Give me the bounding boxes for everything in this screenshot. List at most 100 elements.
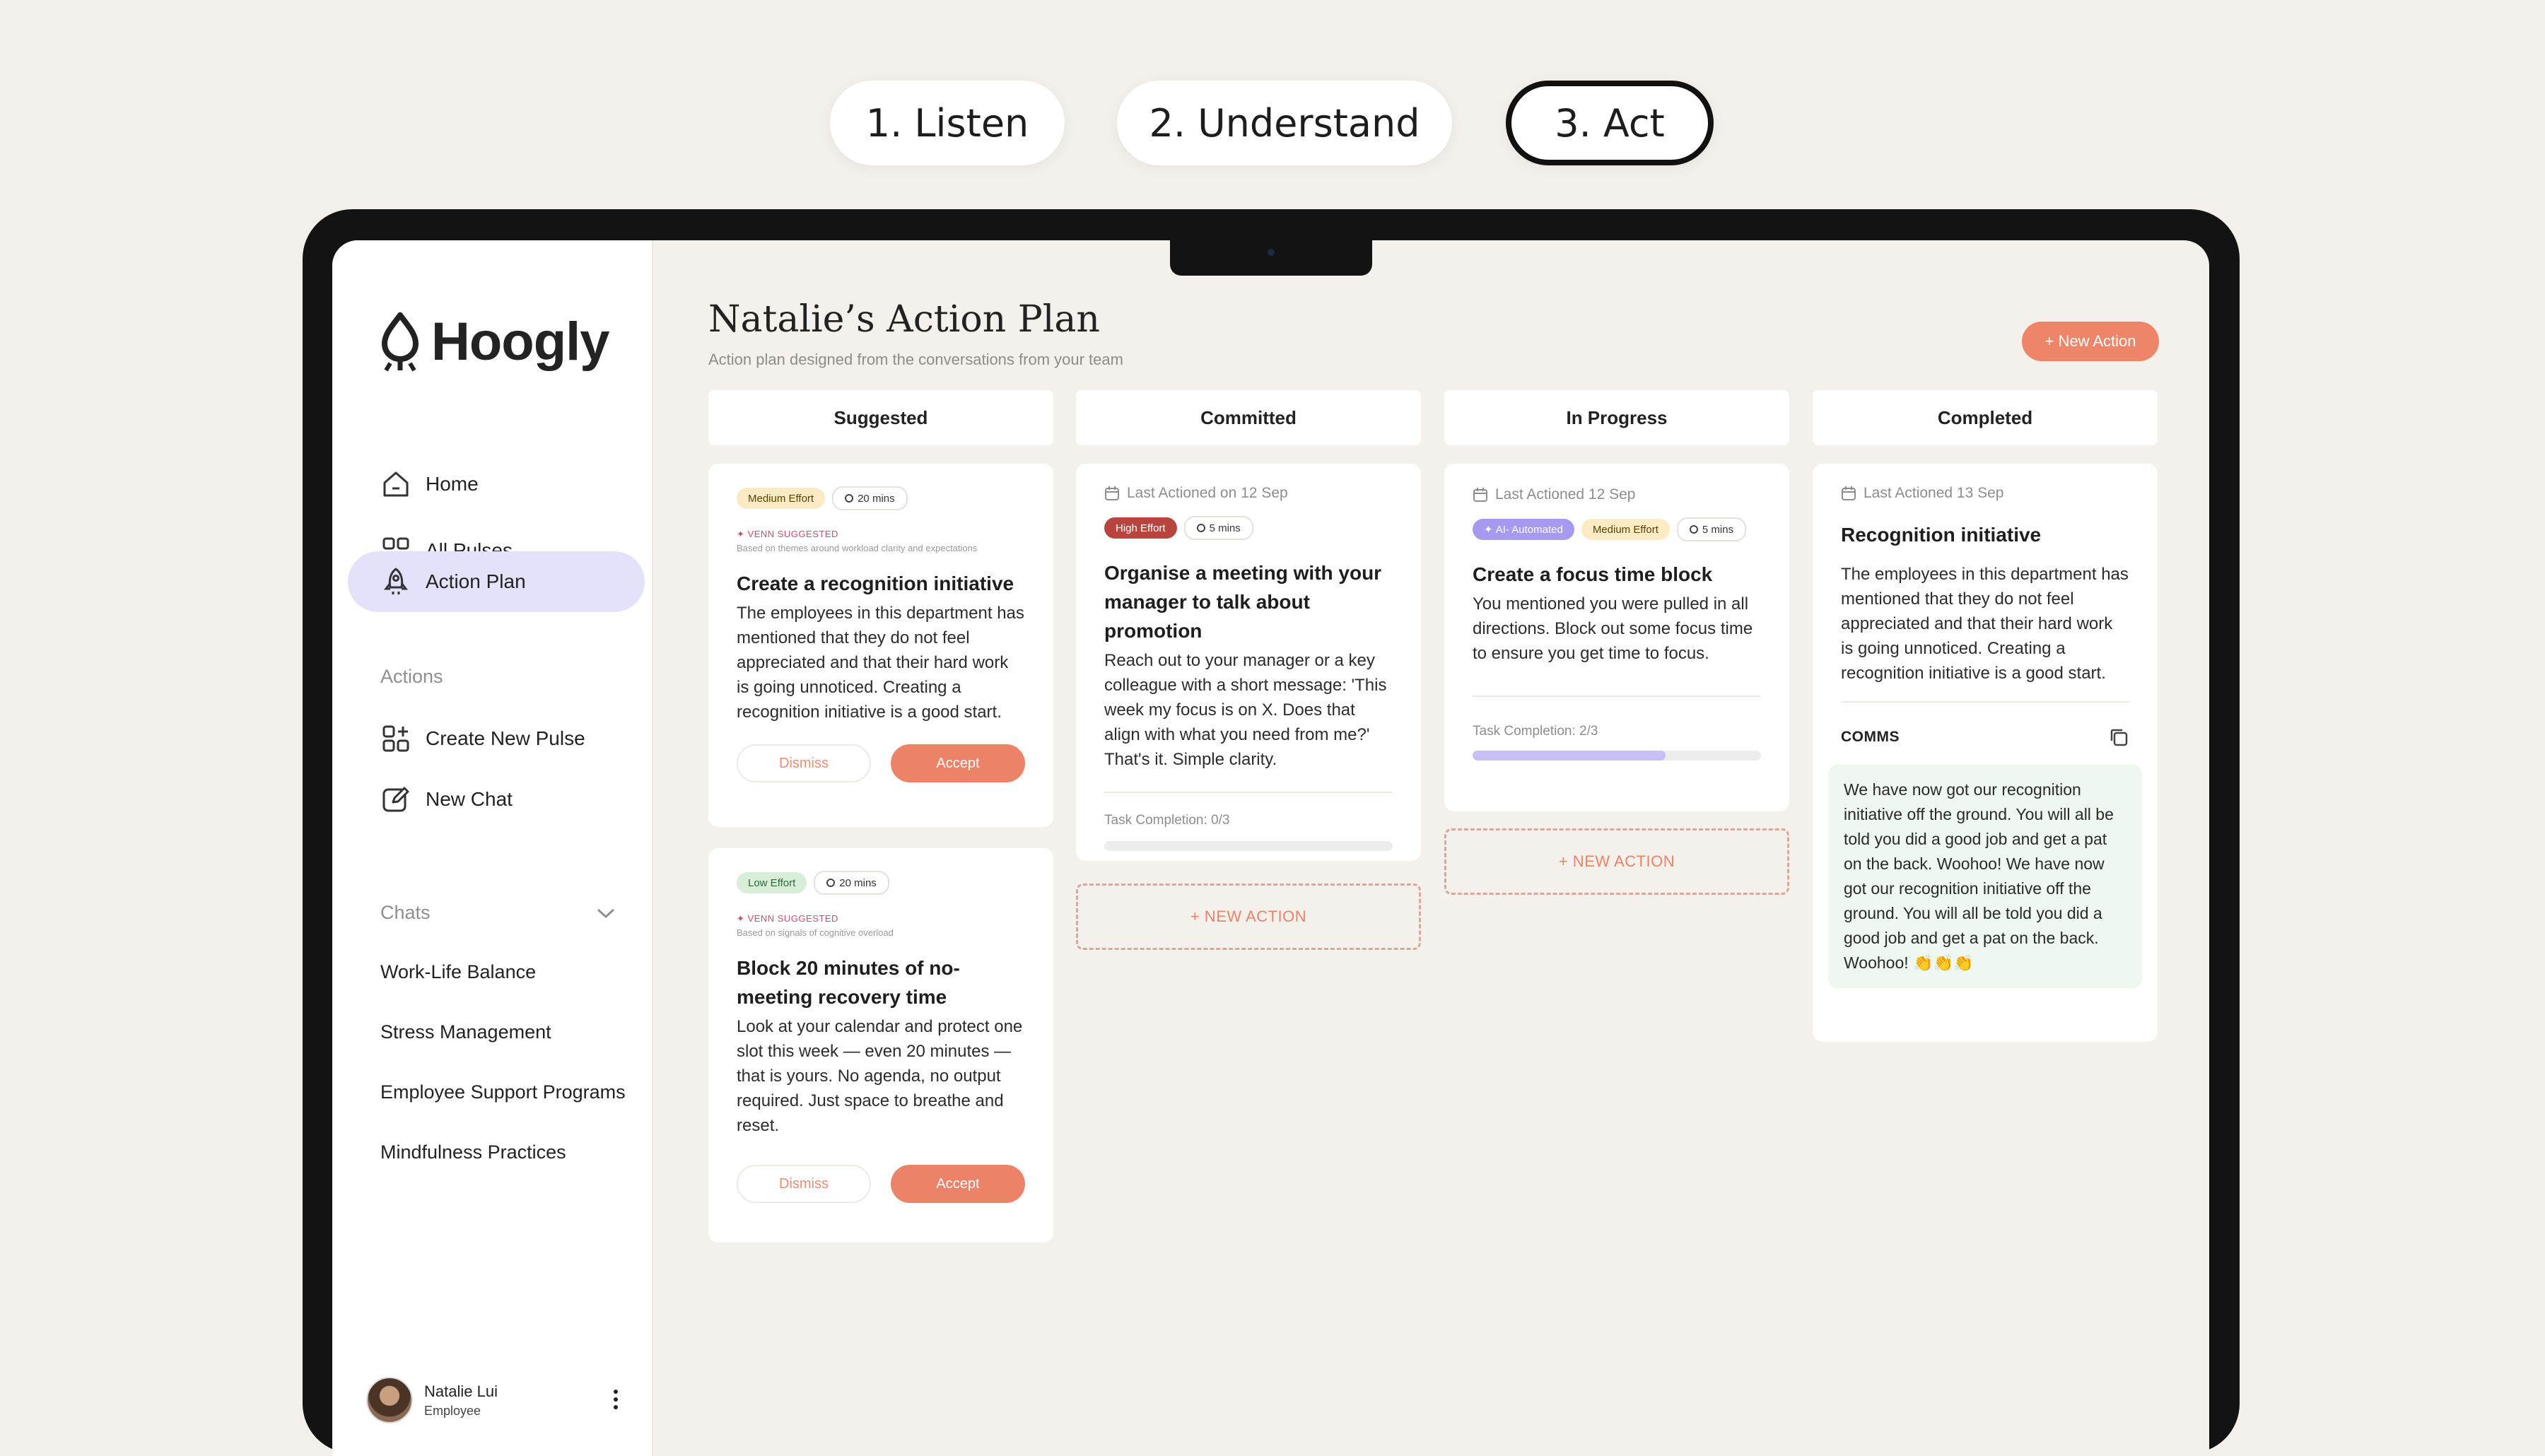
calendar-icon xyxy=(1105,486,1119,500)
last-actioned-text: Last Actioned on 12 Sep xyxy=(1127,485,1288,501)
clock-icon xyxy=(845,494,854,503)
time-badge-label: 20 mins xyxy=(839,876,877,889)
chevron-down-icon[interactable] xyxy=(595,906,616,920)
card-title: Recognition initiative xyxy=(1841,524,2042,546)
suggested-card: Medium Effort 20 mins ✦ VENN SUGGESTED B… xyxy=(708,464,1053,827)
divider xyxy=(1473,695,1761,697)
card-body: The employees in this department has men… xyxy=(1841,565,2129,683)
card-title: Block 20 minutes of no-meeting recovery … xyxy=(737,957,960,1008)
clock-icon xyxy=(1196,524,1205,532)
sidebar: Hoogly Home All Pulses Action Plan Actio… xyxy=(332,240,653,1456)
in-progress-card: Last Actioned 12 Sep ✦ AI- Automated Med… xyxy=(1444,464,1789,811)
task-progress-bar xyxy=(1473,751,1761,761)
comms-message: We have now got our recognition initiati… xyxy=(1828,765,2142,988)
nav-home-label: Home xyxy=(426,473,479,495)
new-chat-button[interactable]: New Chat xyxy=(348,769,645,830)
effort-badge: Low Effort xyxy=(737,872,807,893)
task-completion-label: Task Completion: 2/3 xyxy=(1473,724,1598,739)
time-badge-label: 5 mins xyxy=(1209,522,1241,534)
create-new-pulse-label: Create New Pulse xyxy=(426,727,585,749)
column-header-in-progress: In Progress xyxy=(1444,390,1789,445)
user-name: Natalie Lui xyxy=(424,1382,498,1400)
nav-action-plan[interactable]: Action Plan xyxy=(348,551,645,612)
new-chat-label: New Chat xyxy=(426,788,513,810)
suggestion-basis: Based on signals of cognitive overload xyxy=(737,927,894,938)
effort-badge: Medium Effort xyxy=(1581,519,1670,540)
clock-icon xyxy=(1689,525,1698,534)
in-progress-new-action-button[interactable]: + NEW ACTION xyxy=(1444,828,1789,895)
copy-icon[interactable] xyxy=(2108,727,2129,748)
last-actioned-text: Last Actioned 13 Sep xyxy=(1864,485,2004,501)
step-listen[interactable]: 1. Listen xyxy=(830,81,1065,165)
time-badge: 5 mins xyxy=(1183,516,1253,540)
card-body: Reach out to your manager or a key colle… xyxy=(1104,651,1387,769)
more-options-icon[interactable] xyxy=(612,1390,619,1411)
time-badge: 20 mins xyxy=(814,871,889,895)
chats-section-label[interactable]: Chats xyxy=(380,902,431,924)
nav-home[interactable]: Home xyxy=(348,454,645,515)
user-profile[interactable]: Natalie Lui Employee xyxy=(366,1377,498,1423)
dismiss-button[interactable]: Dismiss xyxy=(737,1165,871,1203)
edit-icon xyxy=(382,787,409,812)
clock-icon xyxy=(826,879,836,887)
last-actioned: Last Actioned 13 Sep xyxy=(1828,485,2142,502)
ai-automated-badge: ✦ AI- Automated xyxy=(1473,519,1574,540)
rocket-icon xyxy=(384,568,408,594)
column-header-committed: Committed xyxy=(1076,390,1421,445)
actions-section-label: Actions xyxy=(380,666,443,687)
card-title: Organise a meeting with your manager to … xyxy=(1104,562,1382,642)
card-body: You mentioned you were pulled in all dir… xyxy=(1473,594,1753,663)
new-action-button[interactable]: + New Action xyxy=(2022,322,2159,361)
venn-suggested-text: VENN SUGGESTED xyxy=(747,529,838,539)
card-body: The employees in this department has men… xyxy=(737,604,1024,722)
brand-name: Hoogly xyxy=(431,312,610,372)
grid-plus-icon xyxy=(382,725,409,752)
time-badge: 5 mins xyxy=(1676,517,1747,541)
accept-button[interactable]: Accept xyxy=(891,1165,1025,1203)
time-badge-label: 20 mins xyxy=(858,492,895,505)
app-screen: Hoogly Home All Pulses Action Plan Actio… xyxy=(332,240,2209,1456)
venn-suggested-label: ✦ VENN SUGGESTED xyxy=(737,913,838,924)
task-completion-label: Task Completion: 0/3 xyxy=(1104,813,1230,828)
card-body: Look at your calendar and protect one sl… xyxy=(737,1017,1023,1135)
chat-item[interactable]: Work-Life Balance xyxy=(380,961,536,983)
step-act[interactable]: 3. Act xyxy=(1506,81,1714,165)
completed-card: Last Actioned 13 Sep Recognition initiat… xyxy=(1813,464,2158,1042)
comms-label: COMMS xyxy=(1841,729,1900,745)
task-progress-bar xyxy=(1104,841,1393,851)
card-title: Create a focus time block xyxy=(1473,563,1713,585)
column-header-completed: Completed xyxy=(1813,390,2158,445)
last-actioned: Last Actioned on 12 Sep xyxy=(1104,485,1393,502)
venn-suggested-text: VENN SUGGESTED xyxy=(747,913,838,924)
avatar xyxy=(366,1377,413,1423)
venn-suggested-label: ✦ VENN SUGGESTED xyxy=(737,529,838,539)
page-subtitle: Action plan designed from the conversati… xyxy=(708,351,1123,368)
step-understand[interactable]: 2. Understand xyxy=(1117,81,1452,165)
divider xyxy=(1841,701,2129,703)
calendar-icon xyxy=(1842,486,1856,500)
divider xyxy=(1104,792,1393,793)
effort-badge: Medium Effort xyxy=(737,488,826,509)
dismiss-button[interactable]: Dismiss xyxy=(737,744,871,782)
chat-item[interactable]: Mindfulness Practices xyxy=(380,1141,566,1163)
time-badge-label: 5 mins xyxy=(1702,523,1734,536)
brand-logo[interactable]: Hoogly xyxy=(379,311,610,372)
task-progress-fill xyxy=(1473,751,1666,761)
committed-card: Last Actioned on 12 Sep High Effort 5 mi… xyxy=(1076,464,1421,861)
committed-new-action-button[interactable]: + NEW ACTION xyxy=(1076,883,1421,950)
user-role: Employee xyxy=(424,1403,481,1418)
page-title: Natalie’s Action Plan xyxy=(708,298,1100,341)
create-new-pulse-button[interactable]: Create New Pulse xyxy=(348,708,645,769)
accept-button[interactable]: Accept xyxy=(891,744,1025,782)
calendar-icon xyxy=(1473,488,1487,502)
chat-item[interactable]: Employee Support Programs xyxy=(380,1081,626,1103)
hoogly-logo-icon xyxy=(381,312,419,372)
suggested-card: Low Effort 20 mins ✦ VENN SUGGESTED Base… xyxy=(708,848,1053,1243)
nav-action-plan-label: Action Plan xyxy=(426,570,526,592)
time-badge: 20 mins xyxy=(832,486,908,510)
ai-badge-label: AI- Automated xyxy=(1495,523,1563,536)
card-title: Create a recognition initiative xyxy=(737,573,1014,594)
effort-badge: High Effort xyxy=(1104,517,1177,539)
column-header-suggested: Suggested xyxy=(708,390,1053,445)
chat-item[interactable]: Stress Management xyxy=(380,1021,551,1043)
